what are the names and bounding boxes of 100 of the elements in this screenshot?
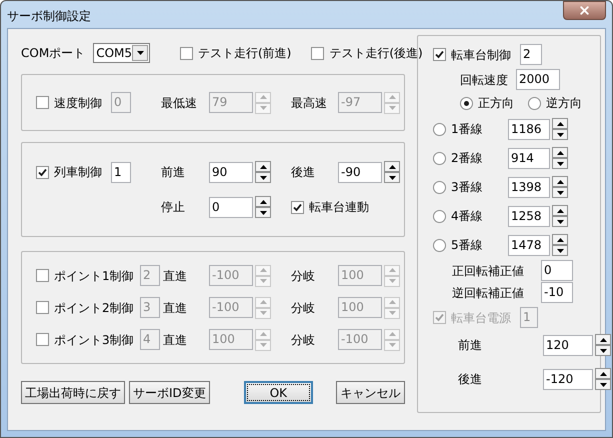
up-arrow-icon <box>260 300 266 304</box>
field-label: 後進 <box>458 371 483 388</box>
spin-up-button[interactable] <box>552 118 568 129</box>
up-arrow-icon <box>388 164 396 168</box>
spin-down-button[interactable] <box>552 216 568 227</box>
dialog-button[interactable]: OK <box>244 381 313 404</box>
field-label: 分岐 <box>291 268 316 284</box>
spin-down-button[interactable] <box>595 345 611 356</box>
spin-down-button[interactable] <box>552 245 568 256</box>
number-field[interactable]: 1258 <box>508 206 550 226</box>
number-field[interactable]: 914 <box>508 148 550 168</box>
down-arrow-icon <box>260 311 266 315</box>
up-arrow-icon <box>260 95 266 99</box>
field-label: 後進 <box>291 164 316 181</box>
down-arrow-icon <box>600 382 606 386</box>
radio-button[interactable] <box>433 180 446 194</box>
number-field[interactable]: 1186 <box>508 118 550 140</box>
down-arrow-icon <box>388 343 396 347</box>
spin-up-button[interactable] <box>384 161 400 172</box>
down-arrow-icon <box>260 176 266 180</box>
spin-down-button[interactable] <box>595 379 611 390</box>
dialog-button[interactable]: 工場出荷時に戻す <box>21 381 125 404</box>
com-port-dropdown[interactable]: COM5 <box>93 43 150 63</box>
id-field[interactable]: 2 <box>520 44 542 65</box>
down-arrow-icon <box>260 343 266 347</box>
up-arrow-icon <box>600 338 606 342</box>
dropdown-value: COM5 <box>96 45 132 62</box>
up-arrow-icon <box>556 180 564 184</box>
radio-label: 正方向 <box>478 95 514 112</box>
radio-label: 2番線 <box>451 150 483 167</box>
checkbox[interactable] <box>291 200 304 214</box>
down-arrow-icon <box>260 279 266 283</box>
dialog-button[interactable]: サーボID変更 <box>129 381 210 404</box>
checkbox[interactable] <box>433 48 446 61</box>
checkbox-label: ポイント1制御 <box>54 268 134 284</box>
checkbox-label: 転車台制御 <box>451 46 511 64</box>
number-field[interactable]: -90 <box>338 162 382 182</box>
field-label: 直進 <box>163 268 188 284</box>
spin-up-button[interactable] <box>552 176 568 187</box>
checkbox[interactable] <box>36 301 49 314</box>
number-field[interactable]: 1398 <box>508 176 550 198</box>
number-field[interactable]: -10 <box>541 282 573 303</box>
radio-button[interactable] <box>433 122 446 136</box>
field-label: 最高速 <box>291 94 328 112</box>
up-arrow-icon <box>388 268 396 272</box>
radio-label: 5番線 <box>451 237 483 254</box>
window-title: サーボ制御設定 <box>7 8 91 25</box>
close-button[interactable] <box>563 1 606 20</box>
down-arrow-icon <box>556 162 564 166</box>
checkbox-label: 速度制御 <box>54 94 102 112</box>
radio-label: 逆方向 <box>546 95 582 112</box>
up-arrow-icon <box>260 268 266 272</box>
spin-up-button[interactable] <box>552 234 568 245</box>
spin-down-button[interactable] <box>552 129 568 140</box>
field-label: 回転速度 <box>460 72 508 88</box>
spin-up-button[interactable] <box>552 147 568 158</box>
radio-label: 3番線 <box>451 179 483 196</box>
checkbox-label: 転車台連動 <box>309 199 369 216</box>
spin-up-button[interactable] <box>552 205 568 216</box>
up-arrow-icon <box>388 332 396 336</box>
checkbox[interactable] <box>36 166 49 178</box>
number-field[interactable]: 90 <box>209 162 253 182</box>
number-field[interactable]: 2000 <box>516 69 560 90</box>
down-arrow-icon <box>556 190 564 194</box>
radio-button[interactable] <box>433 238 446 252</box>
checkbox[interactable] <box>36 333 49 346</box>
checkbox-label: 転車台電源 <box>451 310 511 326</box>
up-arrow-icon <box>556 150 564 154</box>
field-label: 最低速 <box>161 94 198 112</box>
spin-up-button[interactable] <box>255 196 271 207</box>
checkbox[interactable] <box>36 96 49 109</box>
checkbox[interactable] <box>311 46 324 60</box>
spin-down-button[interactable] <box>255 207 271 218</box>
down-arrow-icon <box>260 106 266 110</box>
spin-down-button[interactable] <box>552 158 568 169</box>
down-arrow-icon <box>600 348 606 352</box>
number-field[interactable]: 0 <box>541 260 573 281</box>
spin-down-button[interactable] <box>384 172 400 183</box>
spin-up-button[interactable] <box>595 368 611 379</box>
number-field[interactable]: 0 <box>209 196 253 218</box>
close-icon <box>578 4 591 17</box>
down-arrow-icon <box>388 176 396 180</box>
radio-button[interactable] <box>528 96 541 110</box>
checkbox-label: 列車制御 <box>54 164 102 181</box>
radio-button[interactable] <box>433 210 446 222</box>
spin-up-button[interactable] <box>595 334 611 345</box>
number-field[interactable]: 1478 <box>508 234 550 256</box>
spin-up-button[interactable] <box>255 161 271 172</box>
checkbox[interactable] <box>180 46 193 60</box>
dialog-button[interactable]: キャンセル <box>336 381 405 404</box>
checkbox[interactable] <box>36 269 49 282</box>
field-label: 正回転補正値 <box>452 262 525 280</box>
spin-down-button[interactable] <box>255 172 271 183</box>
field-label: COMポート <box>21 45 86 62</box>
radio-button[interactable] <box>460 96 473 110</box>
radio-label: 1番線 <box>451 121 483 138</box>
up-arrow-icon <box>260 332 266 336</box>
spin-down-button[interactable] <box>552 187 568 198</box>
id-field[interactable]: 1 <box>111 162 131 182</box>
radio-button[interactable] <box>433 152 446 164</box>
